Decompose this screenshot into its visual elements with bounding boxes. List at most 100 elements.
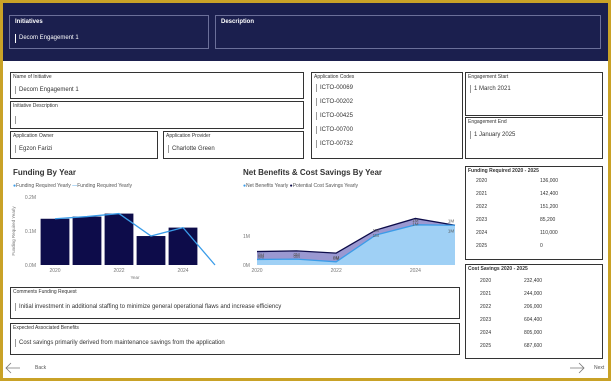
- net-benefits-chart-title: Net Benefits & Cost Savings By Year: [243, 168, 383, 177]
- data-label: 1M: [448, 228, 455, 233]
- name-label: Name of Initiative: [13, 74, 52, 80]
- value-cell: 232,400: [524, 278, 543, 284]
- header-banner: Initiatives Decom Engagement 1 Descripti…: [3, 3, 608, 61]
- year-cell: 2021: [476, 191, 488, 197]
- y-tick-label: 0.2M: [25, 195, 36, 201]
- x-tick-label: 2020: [251, 268, 262, 274]
- initiatives-slicer[interactable]: Initiatives Decom Engagement 1: [9, 15, 209, 49]
- initiatives-label: Initiatives: [15, 19, 43, 25]
- description-field-value: [15, 116, 19, 124]
- x-axis-label: Year: [130, 275, 140, 280]
- code-item: ICTO-00425: [316, 112, 353, 120]
- year-cell: 2022: [480, 304, 492, 310]
- funding-chart-title: Funding By Year: [13, 168, 76, 177]
- back-label: Back: [35, 365, 47, 371]
- description-box: Description: [215, 15, 601, 49]
- initiatives-value: Decom Engagement 1: [15, 34, 79, 43]
- value-cell: 151,200: [540, 204, 559, 210]
- value-cell: 805,000: [524, 330, 543, 336]
- application-provider-card: Application Provider Charlotte Green: [163, 131, 304, 159]
- data-label: 1M: [412, 221, 419, 226]
- expected-benefits-card: Expected Associated Benefits Cost saving…: [10, 323, 460, 355]
- x-tick-label: 2022: [113, 268, 124, 274]
- value-cell: 0: [540, 243, 543, 249]
- end-label: Engagement End: [468, 119, 507, 125]
- value-cell: 136,000: [540, 178, 559, 184]
- engagement-end-card: Engagement End 1 January 2025: [465, 117, 603, 159]
- funding-by-year-chart: 0.2M 0.1M 0.0M Funding Required Yearly 2020 2…: [11, 195, 216, 280]
- cost-savings-table: Cost Savings 2020 - 2025 2020 232,400 202…: [465, 264, 603, 359]
- start-value: 1 March 2021: [470, 85, 511, 93]
- y-axis-label: Funding Required Yearly: [11, 206, 16, 256]
- y-tick-label: 0.1M: [25, 229, 36, 235]
- y-tick-label: 0M: [243, 263, 250, 269]
- owner-label: Application Owner: [13, 133, 54, 139]
- name-of-initiative-card: Name of Initiative Decom Engagement 1: [10, 72, 304, 99]
- report-canvas: Initiatives Decom Engagement 1 Descripti…: [3, 3, 608, 378]
- year-cell: 2020: [480, 278, 492, 284]
- bar: [40, 218, 70, 265]
- year-cell: 2021: [480, 291, 492, 297]
- value-cell: 206,000: [524, 304, 543, 310]
- bar: [168, 227, 198, 265]
- next-label: Next: [594, 365, 605, 371]
- year-cell: 2022: [476, 204, 488, 210]
- data-label: 0M: [258, 255, 265, 260]
- year-cell: 2024: [480, 330, 492, 336]
- comments-value: Initial investment in additional staffin…: [15, 303, 281, 311]
- end-value: 1 January 2025: [470, 131, 515, 139]
- net-benefits-savings-chart: 1M0M0M 0M0M1M1M 1M0M 0M 0M1M1M1M2020 2022 2024: [243, 217, 456, 274]
- description-field-label: Initiative Description: [13, 103, 58, 109]
- codes-label: Application Codes: [314, 74, 355, 80]
- value-cell: 604,400: [524, 317, 543, 323]
- year-cell: 2024: [476, 230, 488, 236]
- x-tick-label: 2024: [177, 268, 188, 274]
- description-label: Description: [221, 19, 255, 25]
- data-label: 1M: [448, 218, 455, 223]
- arrow-left-icon: [5, 362, 20, 374]
- data-label: 0M: [333, 256, 340, 261]
- back-button[interactable]: Back: [5, 361, 65, 375]
- benefits-label: Expected Associated Benefits: [13, 325, 79, 331]
- next-button[interactable]: Next: [563, 361, 608, 375]
- year-cell: 2023: [480, 317, 492, 323]
- funding-required-table: Funding Required 2020 - 2025 2020 136,000…: [465, 166, 603, 260]
- value-cell: 85,200: [540, 217, 556, 223]
- arrow-right-icon: [570, 362, 585, 374]
- provider-value: Charlotte Green: [168, 145, 215, 153]
- bar: [72, 216, 102, 265]
- value-cell: 687,600: [524, 343, 543, 349]
- data-label: 0M: [293, 254, 300, 259]
- data-label: 1M: [373, 233, 380, 238]
- owner-value: Egzon Farizi: [15, 145, 52, 153]
- start-label: Engagement Start: [468, 74, 509, 80]
- application-owner-card: Application Owner Egzon Farizi: [10, 131, 158, 159]
- y-tick-label: 1M: [243, 234, 250, 240]
- year-cell: 2023: [476, 217, 488, 223]
- y-tick-label: 0.0M: [25, 263, 36, 269]
- comments-label: Comments Funding Request: [13, 289, 77, 295]
- comments-funding-card: Comments Funding Request Initial investm…: [10, 287, 460, 319]
- x-tick-label: 2024: [410, 268, 421, 274]
- value-cell: 244,000: [524, 291, 543, 297]
- engagement-start-card: Engagement Start 1 March 2021: [465, 72, 603, 116]
- year-cell: 2025: [480, 343, 492, 349]
- value-cell: 142,400: [540, 191, 559, 197]
- value-cell: 110,000: [540, 230, 558, 236]
- x-tick-label: 2022: [331, 268, 342, 274]
- year-cell: 2025: [476, 243, 488, 249]
- code-item: ICTO-00700: [316, 126, 353, 134]
- provider-label: Application Provider: [166, 133, 211, 139]
- code-item: ICTO-00732: [316, 140, 353, 148]
- funding-table-title: Funding Required 2020 - 2025: [468, 168, 539, 174]
- year-cell: 2020: [476, 178, 488, 184]
- code-item: ICTO-00202: [316, 98, 353, 106]
- benefits-value: Cost savings primarily derived from main…: [15, 339, 225, 347]
- application-codes-card: Application Codes ICTO-00069 ICTO-00202 …: [311, 72, 463, 159]
- name-value: Decom Engagement 1: [15, 86, 79, 94]
- x-tick-label: 2020: [49, 268, 60, 274]
- code-item: ICTO-00069: [316, 84, 353, 92]
- bar: [136, 236, 166, 265]
- savings-table-title: Cost Savings 2020 - 2025: [468, 266, 528, 272]
- initiative-description-card: Initiative Description: [10, 101, 304, 129]
